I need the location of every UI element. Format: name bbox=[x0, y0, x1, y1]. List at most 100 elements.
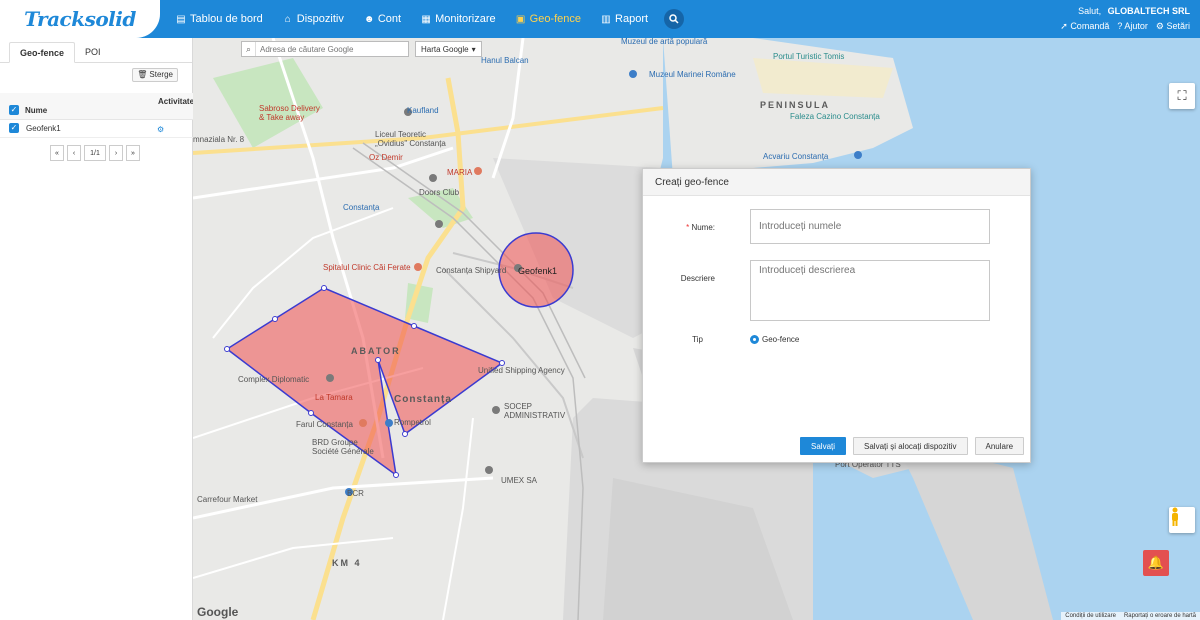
next-page-button[interactable]: › bbox=[109, 145, 123, 161]
poi-label: La Tamara bbox=[315, 393, 353, 402]
poi-label: SOCEP ADMINISTRATIV bbox=[504, 402, 566, 420]
save-assign-button[interactable]: Salvați și alocați dispozitiv bbox=[853, 437, 968, 455]
settings-link[interactable]: ⚙ Setări bbox=[1156, 20, 1190, 33]
fence-name: Geofenk1 bbox=[26, 124, 61, 133]
settings-label: Setări bbox=[1166, 21, 1190, 31]
page-indicator: 1/1 bbox=[84, 145, 106, 161]
fullscreen-button[interactable]: ⛶ bbox=[1169, 83, 1195, 109]
poi-label: Faleza Cazino Constanța bbox=[790, 112, 880, 121]
map-type-select[interactable]: Harta Google ▾ bbox=[415, 41, 482, 57]
fence-label: Geofenk1 bbox=[518, 266, 558, 276]
area-label: PENINSULA bbox=[760, 100, 831, 110]
search-icon bbox=[669, 14, 679, 24]
command-link[interactable]: ➚ Comandă bbox=[1060, 20, 1109, 33]
poi-label: Sabroso Delivery & Take away bbox=[259, 104, 320, 122]
dialog-buttons: Salvați Salvați și alocați dispozitiv An… bbox=[800, 437, 1025, 455]
terms-link[interactable]: Condiții de utilizare bbox=[1065, 613, 1116, 619]
help-label: Ajutor bbox=[1124, 21, 1148, 31]
help-link[interactable]: ? Ajutor bbox=[1117, 20, 1148, 33]
delete-button[interactable]: 🗑 Sterge bbox=[132, 68, 178, 82]
global-search-button[interactable] bbox=[664, 9, 685, 29]
nav-label: Raport bbox=[615, 13, 649, 25]
device-icon: ⌂ bbox=[284, 13, 291, 25]
nav-label: Monitorizare bbox=[435, 13, 496, 25]
company-name[interactable]: GLOBALTECH SRL bbox=[1108, 6, 1190, 16]
table-row[interactable]: ✓ Geofenk1 ⚙ bbox=[0, 120, 193, 138]
required-marker: * bbox=[686, 223, 690, 232]
area-label: ABATOR bbox=[351, 346, 401, 356]
poi-label: Rompetrol bbox=[394, 418, 431, 427]
pegman-icon bbox=[1172, 507, 1178, 526]
report-error-link[interactable]: Raportați o eroare de hartă bbox=[1124, 613, 1196, 619]
poi-label: Carrefour Market bbox=[197, 495, 258, 504]
type-label: Tip bbox=[692, 335, 703, 344]
nav-geofence[interactable]: ▣ Geo-fence bbox=[516, 13, 581, 25]
area-label: KM 4 bbox=[332, 558, 362, 568]
name-input[interactable] bbox=[750, 209, 990, 244]
map-type-label: Harta Google bbox=[421, 44, 469, 54]
google-logo: Google bbox=[197, 605, 239, 619]
tab-geofence[interactable]: Geo-fence bbox=[9, 42, 76, 63]
dialog-title: Creați geo-fence bbox=[643, 169, 1030, 196]
nav-dashboard[interactable]: ▤ Tablou de bord bbox=[176, 13, 263, 25]
poi-label: mnaziala Nr. 8 bbox=[193, 135, 245, 144]
poi-label: Complex Diplomatic bbox=[238, 375, 310, 384]
table-header: ✓ Nume Activitate bbox=[0, 93, 195, 120]
greeting: Salut, bbox=[1078, 6, 1102, 16]
poi-label: Spitalul Clinic Căi Ferate bbox=[323, 263, 411, 272]
map-terms: Condiții de utilizare Raportați o eroare… bbox=[1061, 612, 1200, 620]
dashboard-icon: ▤ bbox=[176, 13, 186, 25]
description-label: Descriere bbox=[680, 274, 715, 283]
map-search: ⌕ bbox=[241, 41, 409, 57]
col-activity: Activitate bbox=[158, 97, 195, 106]
create-geofence-dialog: Creați geo-fence * Nume: Descriere Tip G… bbox=[642, 168, 1031, 463]
prev-page-button[interactable]: ‹ bbox=[67, 145, 81, 161]
report-icon: ▥ bbox=[601, 13, 611, 25]
poi-label: Constanța bbox=[343, 203, 380, 212]
map-icon: ▦ bbox=[421, 13, 431, 25]
gear-icon: ⚙ bbox=[1155, 21, 1164, 31]
poi-label: Unified Shipping Agency bbox=[478, 366, 565, 375]
cancel-button[interactable]: Anulare bbox=[974, 437, 1025, 455]
main-nav: ▤ Tablou de bord ⌂ Dispozitiv ☻ Cont ▦ M… bbox=[176, 0, 685, 38]
save-button[interactable]: Salvați bbox=[800, 437, 847, 455]
name-label-text: Nume: bbox=[691, 223, 715, 232]
row-checkbox[interactable]: ✓ bbox=[9, 123, 19, 133]
poi-label: BRD Groupe Société Générale bbox=[312, 438, 374, 456]
delete-label: Sterge bbox=[149, 70, 173, 79]
description-input[interactable] bbox=[750, 260, 990, 321]
type-radio-geofence[interactable]: Geo-fence bbox=[750, 335, 799, 344]
nav-device[interactable]: ⌂ Dispozitiv bbox=[283, 13, 344, 25]
caret-down-icon: ▾ bbox=[471, 44, 476, 54]
poi-label: Constanța Shipyard bbox=[436, 266, 507, 275]
street-view-button[interactable] bbox=[1169, 507, 1195, 533]
first-page-button[interactable]: « bbox=[50, 145, 64, 161]
poi-label: Doors Club bbox=[419, 188, 460, 197]
nav-label: Dispozitiv bbox=[296, 13, 344, 25]
map-search-input[interactable] bbox=[256, 44, 406, 54]
trash-icon: 🗑 bbox=[137, 70, 148, 79]
nav-label: Tablou de bord bbox=[190, 13, 263, 25]
poi-label: UMEX SA bbox=[501, 476, 538, 485]
geofence-icon: ▣ bbox=[515, 13, 526, 25]
nav-label: Geo-fence bbox=[529, 13, 582, 25]
select-all-checkbox[interactable]: ✓ bbox=[9, 105, 19, 115]
command-label: Comandă bbox=[1070, 21, 1110, 31]
last-page-button[interactable]: » bbox=[126, 145, 140, 161]
tab-poi[interactable]: POI bbox=[75, 42, 111, 62]
nav-label: Cont bbox=[377, 13, 402, 25]
alarm-button[interactable]: 🔔 bbox=[1143, 550, 1169, 576]
top-bar: Tracksolid ▤ Tablou de bord ⌂ Dispozitiv… bbox=[0, 0, 1200, 38]
user-area: Salut, GLOBALTECH SRL ➚ Comandă ? Ajutor… bbox=[1060, 5, 1190, 33]
poi-label: Acvariu Constanța bbox=[763, 152, 829, 161]
fullscreen-icon: ⛶ bbox=[1177, 88, 1187, 103]
users-icon: ☻ bbox=[363, 13, 375, 25]
nav-monitoring[interactable]: ▦ Monitorizare bbox=[421, 13, 496, 25]
nav-report[interactable]: ▥ Raport bbox=[601, 13, 648, 25]
search-icon[interactable]: ⌕ bbox=[242, 42, 256, 56]
app-logo[interactable]: Tracksolid bbox=[0, 0, 160, 38]
col-name: Nume bbox=[25, 106, 48, 115]
nav-account[interactable]: ☻ Cont bbox=[364, 13, 401, 25]
gear-icon[interactable]: ⚙ bbox=[157, 125, 164, 134]
poi-label: Liceul Teoretic „Ovidius" Constanța bbox=[375, 130, 446, 148]
